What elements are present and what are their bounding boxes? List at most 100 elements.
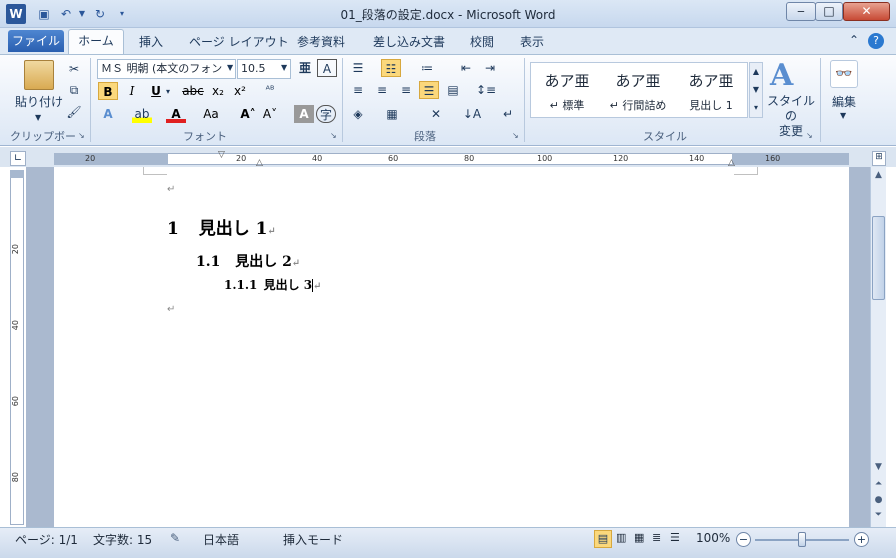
maximize-button[interactable]: □ <box>815 2 843 21</box>
vruler-tick: 60 <box>11 396 20 407</box>
distributed-icon[interactable]: ▤ <box>443 81 463 99</box>
tab-selector-icon[interactable]: ∟ <box>10 151 26 166</box>
status-word-count[interactable]: 文字数: 15 <box>93 531 152 548</box>
phonetic-guide-icon[interactable]: 亜 <box>295 59 315 77</box>
bold-button[interactable]: B <box>98 82 118 100</box>
heading-2[interactable]: 1.1 見出し 2↵ <box>196 251 300 271</box>
underline-button[interactable]: U <box>146 82 166 100</box>
decrease-indent-icon[interactable]: ⇤ <box>456 59 476 77</box>
scroll-up-icon[interactable]: ▲ <box>872 170 885 180</box>
tab-references[interactable]: 参考資料 <box>297 33 345 50</box>
paste-icon[interactable] <box>24 60 54 90</box>
zoom-level[interactable]: 100% <box>696 531 730 545</box>
sort-icon[interactable]: ↓A <box>462 105 482 123</box>
view-ruler-icon[interactable]: ⊞ <box>872 151 886 166</box>
zoom-slider-thumb[interactable] <box>798 532 806 547</box>
font-size-dropdown-icon[interactable]: ▼ <box>281 63 287 72</box>
show-marks-icon[interactable]: ↵ <box>498 105 518 123</box>
font-launcher-icon[interactable]: ↘ <box>330 131 337 140</box>
bullets-icon[interactable]: ☰ <box>348 59 368 77</box>
status-page[interactable]: ページ: 1/1 <box>15 531 78 548</box>
style-gallery-scroll[interactable]: ▲ ▼ ▾ <box>749 62 763 118</box>
style-no-spacing[interactable]: あア亜 ↵ 行間詰め <box>603 66 673 114</box>
close-button[interactable]: ✕ <box>843 2 890 21</box>
heading-1[interactable]: 1 見出し 1↵ <box>167 214 276 239</box>
enclose-characters-icon[interactable]: A <box>317 59 337 77</box>
clipboard-launcher-icon[interactable]: ↘ <box>78 131 85 140</box>
zoom-in-icon[interactable]: + <box>854 532 869 547</box>
print-layout-icon[interactable]: ▤ <box>594 530 612 548</box>
heading-3-number: 1.1.1 <box>224 278 258 292</box>
editing-dropdown-icon[interactable]: ▼ <box>840 107 846 125</box>
scroll-thumb[interactable] <box>872 216 885 300</box>
font-name-dropdown-icon[interactable]: ▼ <box>227 63 233 72</box>
ribbon-minimize-icon[interactable]: ⌃ <box>849 33 859 47</box>
vruler-tick: 80 <box>11 472 20 483</box>
font-name-combo[interactable]: ＭＳ 明朝 (本文のフォン <box>97 59 236 79</box>
cut-icon[interactable]: ✂ <box>64 60 84 78</box>
shading-icon[interactable]: ◈ <box>348 105 368 123</box>
paste-dropdown-icon[interactable]: ▼ <box>35 109 41 127</box>
borders-icon[interactable]: ▦ <box>382 105 402 123</box>
paragraph-mark: ↵ <box>267 226 276 237</box>
browse-object-icon[interactable]: ● <box>872 495 885 505</box>
align-center-icon[interactable]: ≡ <box>372 81 392 99</box>
tab-file[interactable]: ファイル <box>8 30 64 52</box>
tab-view[interactable]: 表示 <box>520 33 544 50</box>
style-sample: あア亜 <box>544 72 590 90</box>
tab-home[interactable]: ホーム <box>68 29 124 55</box>
heading-3[interactable]: 1.1.1 見出し 3↵ <box>224 276 322 293</box>
paragraph-mark: ↵ <box>291 258 301 269</box>
help-icon[interactable]: ? <box>868 33 884 49</box>
first-line-indent-marker[interactable]: ▽ <box>218 150 225 160</box>
strikethrough-button[interactable]: abc <box>180 82 206 100</box>
draft-icon[interactable]: ☰ <box>670 531 680 544</box>
underline-dropdown-icon[interactable]: ▾ <box>166 87 170 96</box>
paragraph-mark: ↵ <box>167 184 176 195</box>
full-screen-reading-icon[interactable]: ▥ <box>616 531 626 544</box>
style-heading-1[interactable]: あア亜 見出し 1 <box>676 66 746 114</box>
outline-icon[interactable]: ≣ <box>652 531 661 544</box>
minimize-button[interactable]: ‒ <box>786 2 816 21</box>
tab-insert[interactable]: 挿入 <box>139 33 163 50</box>
subscript-button[interactable]: x₂ <box>208 82 228 100</box>
increase-indent-icon[interactable]: ⇥ <box>480 59 500 77</box>
multilevel-list-icon[interactable]: ≔ <box>417 59 437 77</box>
asian-layout-icon[interactable]: ✕ <box>426 105 446 123</box>
tab-mailings[interactable]: 差し込み文書 <box>373 33 445 50</box>
italic-button[interactable]: I <box>122 82 142 100</box>
copy-icon[interactable]: ⧉ <box>64 81 84 99</box>
zoom-out-icon[interactable]: − <box>736 532 751 547</box>
align-right-icon[interactable]: ≡ <box>396 81 416 99</box>
heading-3-text: 見出し 3 <box>263 278 313 292</box>
enclosed-character-icon[interactable]: 字 <box>316 105 336 123</box>
style-normal[interactable]: あア亜 ↵ 標準 <box>532 66 602 114</box>
web-layout-icon[interactable]: ▦ <box>634 531 644 544</box>
justify-icon[interactable]: ☰ <box>419 81 439 99</box>
next-page-icon[interactable]: ⏷ <box>872 510 885 520</box>
change-case-button[interactable]: Aa <box>198 105 224 123</box>
clear-formatting-icon[interactable]: ᴬᴮ <box>260 82 280 100</box>
highlight-icon[interactable]: ab <box>132 105 152 123</box>
shrink-font-icon[interactable]: A˅ <box>260 105 280 123</box>
proofing-icon[interactable]: ✎ <box>170 531 180 545</box>
tab-review[interactable]: 校閲 <box>470 33 494 50</box>
paragraph-launcher-icon[interactable]: ↘ <box>512 131 519 140</box>
align-left-icon[interactable]: ≡ <box>348 81 368 99</box>
previous-page-icon[interactable]: ⏶ <box>872 479 885 489</box>
binoculars-icon[interactable]: 👓 <box>830 60 858 88</box>
numbering-icon[interactable]: ☷ <box>381 59 401 77</box>
line-spacing-icon[interactable]: ↕≡ <box>476 81 496 99</box>
status-language[interactable]: 日本語 <box>203 531 239 548</box>
character-shading-icon[interactable]: A <box>294 105 314 123</box>
grow-font-icon[interactable]: A˄ <box>238 105 258 123</box>
tab-page-layout[interactable]: ページ レイアウト <box>189 33 289 50</box>
change-styles-icon[interactable]: A <box>770 58 793 93</box>
format-painter-icon[interactable]: 🖌 <box>64 103 84 121</box>
status-insert-mode[interactable]: 挿入モード <box>283 531 343 548</box>
superscript-button[interactable]: x² <box>230 82 250 100</box>
font-color-icon[interactable]: A <box>166 105 186 123</box>
scroll-down-icon[interactable]: ▼ <box>872 462 885 472</box>
styles-launcher-icon[interactable]: ↘ <box>806 131 813 140</box>
text-effects-icon[interactable]: A <box>98 105 118 123</box>
